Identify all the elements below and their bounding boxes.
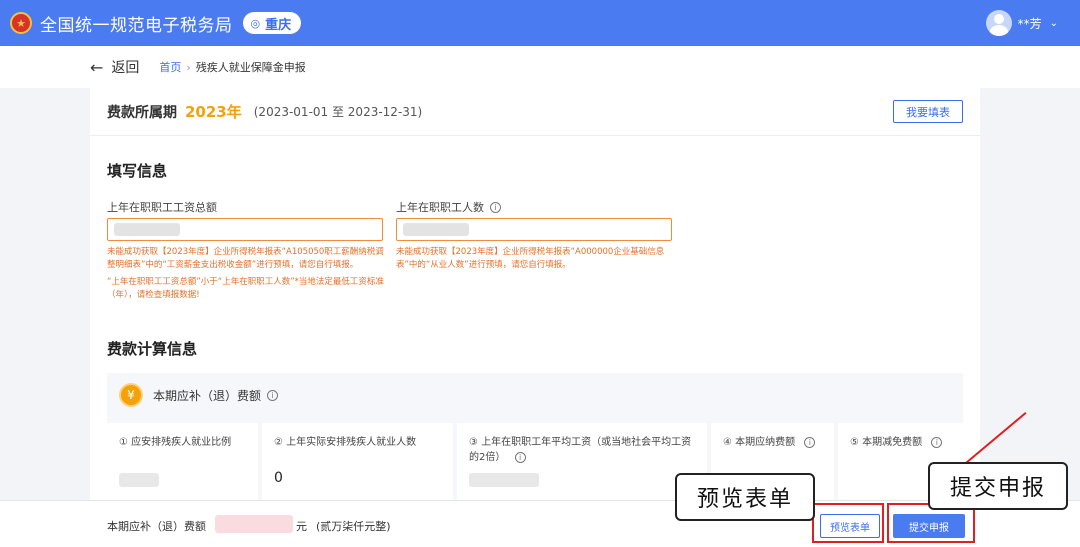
- calc-col-reduction-label: ⑤ 本期减免费额: [850, 437, 923, 448]
- breadcrumb: 首页 › 残疾人就业保障金申报: [159, 59, 305, 75]
- yuan-coin-icon: ¥: [119, 383, 143, 407]
- calc-columns: ① 应安排残疾人就业比例 ② 上年实际安排残疾人就业人数 0 ③ 上年在职职工年…: [107, 423, 963, 500]
- back-label: 返回: [111, 60, 140, 76]
- user-menu[interactable]: **芳 ⌄: [985, 10, 1058, 36]
- calc-head-label: 本期应补（退）费额: [153, 388, 262, 403]
- calc-col-disabled-count-label: ② 上年实际安排残疾人就业人数: [274, 437, 417, 448]
- submit-callout: 提交申报: [928, 462, 1068, 510]
- avatar: [985, 10, 1012, 36]
- period-year: 2023年: [185, 103, 242, 121]
- salary-warning-text: 未能成功获取【2023年度】企业所得税年报表“A105050职工薪酬纳税调整明细…: [107, 247, 384, 270]
- breadcrumb-current: 残疾人就业保障金申报: [195, 61, 306, 74]
- breadcrumb-home-link[interactable]: 首页: [159, 59, 181, 75]
- calc-col-ratio-label: ① 应安排残疾人就业比例: [119, 437, 232, 448]
- disabled-count-value: 0: [274, 470, 283, 486]
- salary-label: 上年在职职工工资总额: [107, 199, 217, 215]
- preview-highlight-box: [812, 503, 884, 543]
- headcount-label: 上年在职职工人数 i: [396, 199, 501, 215]
- avg-salary-value-redacted: [469, 473, 539, 487]
- period-row: 费款所属期 2023年 (2023-01-01 至 2023-12-31) 我要…: [90, 88, 980, 136]
- info-icon[interactable]: i: [931, 437, 943, 448]
- info-icon[interactable]: i: [490, 201, 501, 213]
- period-label: 费款所属期: [107, 104, 177, 121]
- top-navbar: ★ 全国统一规范电子税务局 ◎ 重庆 **芳 ⌄: [0, 0, 1080, 46]
- ratio-value-redacted: [119, 473, 159, 487]
- salary-warning-text-2: “上年在职职工工资总额”小于“上年在职职工人数”*当地法定最低工资标准（年），请…: [107, 277, 384, 300]
- calc-head: ¥ 本期应补（退）费额 i: [119, 383, 279, 407]
- calc-col-avg-salary-label: ③ 上年在职职工年平均工资（或当地社会平均工资的2倍）: [469, 437, 692, 463]
- info-icon[interactable]: i: [267, 389, 279, 401]
- calc-col-payable-label: ④ 本期应纳费额: [723, 437, 796, 448]
- back-button[interactable]: ← 返回: [90, 57, 139, 77]
- preview-callout: 预览表单: [675, 473, 815, 521]
- region-selector[interactable]: ◎ 重庆: [242, 12, 302, 34]
- region-label: 重庆: [265, 17, 292, 33]
- fill-form-button[interactable]: 我要填表: [893, 100, 963, 123]
- breadcrumb-separator: ›: [186, 60, 191, 74]
- chevron-down-icon: ⌄: [1049, 17, 1058, 29]
- headcount-label-text: 上年在职职工人数: [396, 201, 484, 214]
- user-name: **芳: [1017, 16, 1042, 31]
- headcount-input[interactable]: [396, 218, 672, 241]
- calc-col-disabled-count: ② 上年实际安排残疾人就业人数 0: [262, 423, 457, 500]
- declaration-card: 费款所属期 2023年 (2023-01-01 至 2023-12-31) 我要…: [90, 88, 980, 500]
- salary-warning: 未能成功获取【2023年度】企业所得税年报表“A105050职工薪酬纳税调整明细…: [107, 246, 387, 302]
- info-icon[interactable]: i: [804, 437, 816, 448]
- tax-emblem-icon: ★: [10, 12, 32, 34]
- headcount-warning: 未能成功获取【2023年度】企业所得税年报表“A000000企业基础信息表”中的…: [396, 247, 665, 270]
- breadcrumb-bar: ← 返回 首页 › 残疾人就业保障金申报: [0, 46, 1080, 88]
- salary-input[interactable]: [107, 218, 383, 241]
- arrow-left-icon: ←: [90, 57, 104, 77]
- location-pin-icon: ◎: [250, 16, 261, 30]
- salary-value-redacted: [114, 223, 180, 236]
- calc-info-title: 费款计算信息: [107, 340, 198, 358]
- due-unit: 元: [296, 520, 307, 533]
- due-amount-words: (贰万柒仟元整): [316, 520, 391, 533]
- calc-col-ratio: ① 应安排残疾人就业比例: [107, 423, 262, 500]
- period-range: (2023-01-01 至 2023-12-31): [253, 105, 423, 119]
- fill-info-title: 填写信息: [107, 162, 168, 180]
- calc-panel: ¥ 本期应补（退）费额 i ① 应安排残疾人就业比例 ② 上年实际安排残疾人就业…: [107, 373, 963, 500]
- calc-col-avg-salary: ③ 上年在职职工年平均工资（或当地社会平均工资的2倍） i: [457, 423, 711, 500]
- app-title: 全国统一规范电子税务局: [40, 15, 233, 36]
- salary-label-text: 上年在职职工工资总额: [107, 201, 217, 214]
- info-icon[interactable]: i: [514, 452, 526, 463]
- due-label: 本期应补（退）费额: [107, 520, 206, 533]
- due-amount-redacted: [215, 515, 293, 533]
- headcount-value-redacted: [403, 223, 469, 236]
